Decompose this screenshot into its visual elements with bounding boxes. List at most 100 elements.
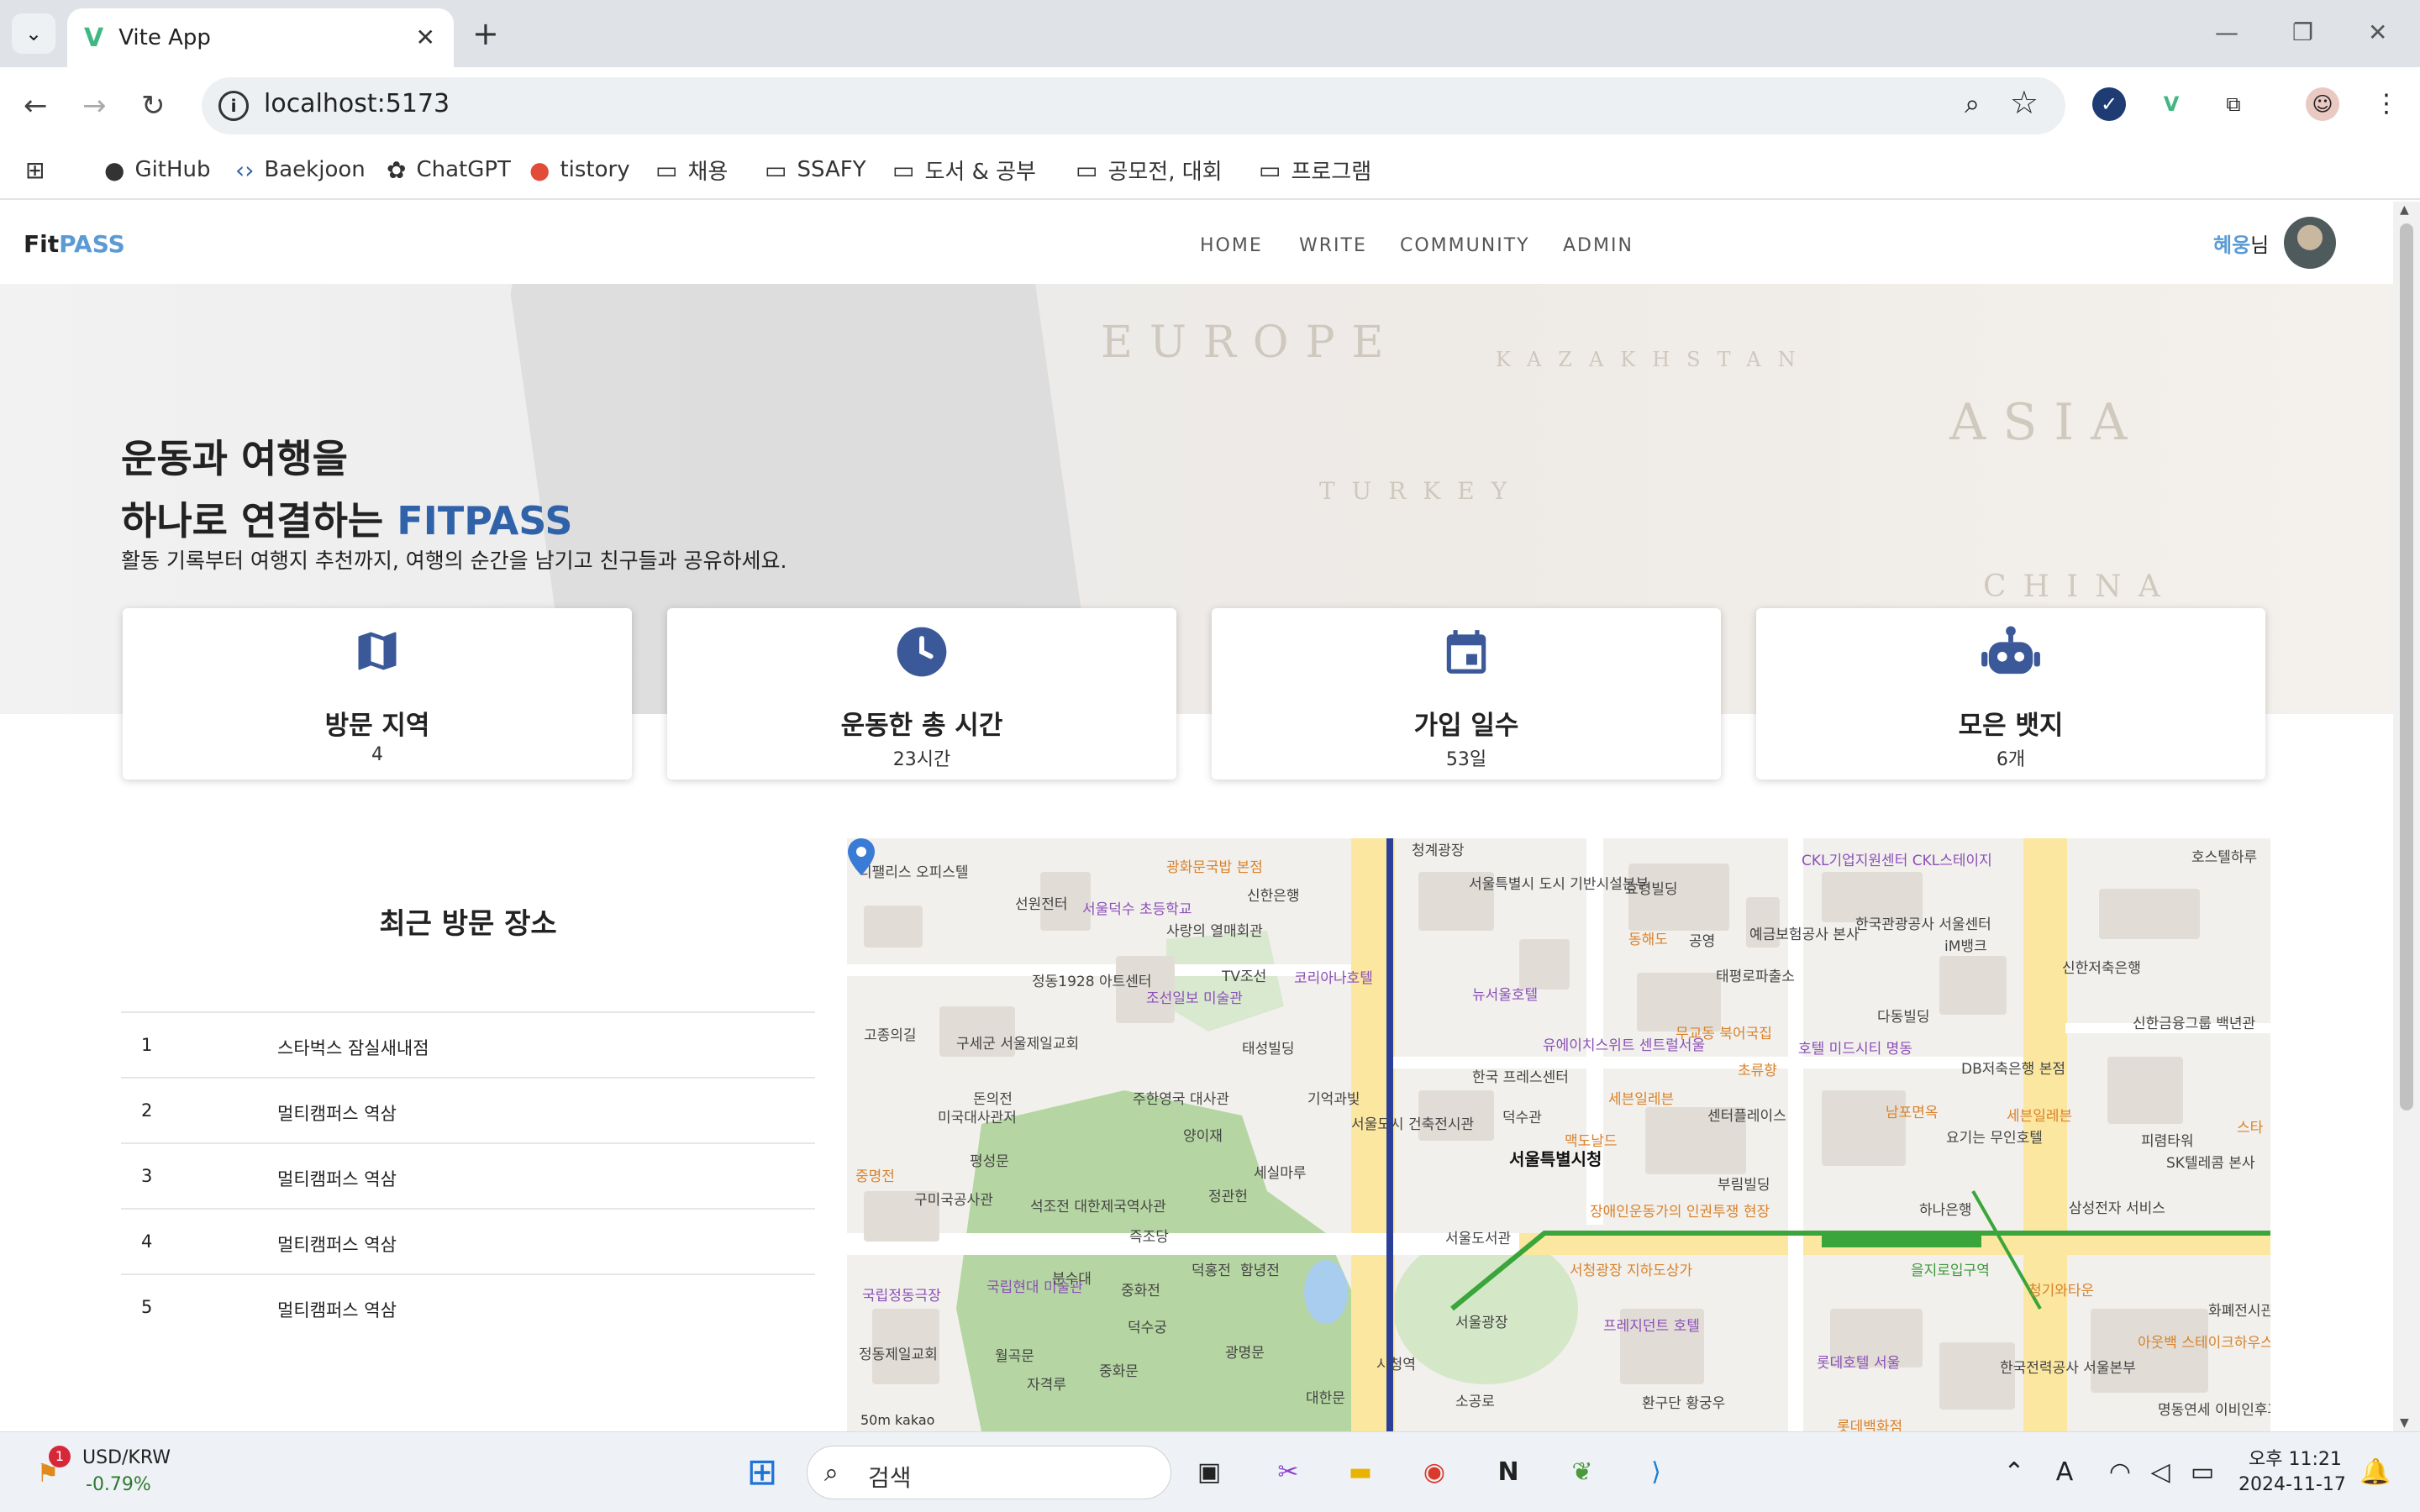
bookmark-folder-contests[interactable]: ▭ 공모전, 대회 [1076, 151, 1223, 188]
map-label[interactable]: DB저축은행 본점 [1961, 1057, 2065, 1078]
profile-avatar-icon[interactable]: ☺ [2306, 87, 2339, 121]
map-label[interactable]: CKL기업지원센터 CKL스테이지 [1802, 848, 1992, 869]
map-label[interactable]: 다동빌딩 [1877, 1005, 1930, 1026]
map-label[interactable]: 서청광장 지하도상가 [1570, 1258, 1692, 1279]
currency-pair[interactable]: USD/KRW [82, 1447, 171, 1468]
map-label[interactable]: 국립정동극장 [862, 1284, 941, 1305]
map-label[interactable]: 선원전터 [1015, 892, 1068, 913]
map-label[interactable]: 하나은행 [1919, 1198, 1972, 1219]
map-label[interactable]: 스타 [2237, 1116, 2263, 1137]
map-label[interactable]: 서울덕수 초등학교 [1082, 897, 1192, 918]
map-label[interactable]: 즉조당 [1129, 1225, 1169, 1246]
map-label[interactable]: 덕수궁 [1128, 1315, 1167, 1336]
bookmark-folder-jobs[interactable]: ▭ 채용 [655, 151, 728, 188]
map-label[interactable]: 신한저축은행 [2062, 956, 2141, 977]
map-label[interactable]: iM뱅크 [1944, 934, 1987, 955]
ime-icon[interactable]: A [2042, 1449, 2087, 1494]
new-tab-button[interactable]: + [472, 15, 499, 52]
clock-time[interactable]: 오후 11:21 [2249, 1444, 2342, 1471]
bookmark-tistory[interactable]: ● tistory [529, 151, 630, 188]
user-avatar[interactable] [2284, 217, 2336, 269]
map-label[interactable]: 공영 [1689, 929, 1715, 950]
map-label[interactable]: 대한문 [1306, 1386, 1345, 1407]
map-label[interactable]: 중명전 [855, 1164, 895, 1185]
map-label[interactable]: 예금보험공사 본사 [1749, 922, 1860, 943]
restore-icon[interactable]: ❐ [2292, 18, 2313, 46]
map-label[interactable]: 초류향 [1738, 1058, 1777, 1079]
extensions-puzzle-icon[interactable]: ⧉ [2217, 87, 2250, 121]
map-label[interactable]: 아웃백 스테이크하우스 [2138, 1331, 2270, 1352]
map-label[interactable]: 남포면옥 [1886, 1100, 1939, 1121]
map-label[interactable]: 동해도 [1628, 927, 1668, 948]
tray-chevron-icon[interactable]: ⌃ [1991, 1449, 2037, 1494]
map-label[interactable]: 세실마루 [1254, 1161, 1307, 1182]
map-label[interactable]: 한국전력공사 서울본부 [2000, 1356, 2136, 1377]
map-label[interactable]: 서울도서관 [1445, 1226, 1511, 1247]
tab-search-button[interactable]: ⌄ [12, 13, 55, 54]
map-label[interactable]: 프레지던트 호텔 [1603, 1314, 1700, 1335]
table-row[interactable]: 1 스타벅스 잠실새내점 [121, 1011, 815, 1077]
spring-tool-icon[interactable]: ❦ [1560, 1449, 1605, 1494]
map-label[interactable]: 함녕전 [1240, 1258, 1280, 1279]
taskbar-search[interactable]: ⌕ 검색 [807, 1446, 1171, 1499]
map-label[interactable]: 태평로파출소 [1716, 964, 1795, 985]
windows-start-icon[interactable]: ⊞ [739, 1449, 785, 1494]
table-row[interactable]: 3 멀티캠퍼스 역삼 [121, 1142, 815, 1208]
map-label[interactable]: 서울광장 [1455, 1310, 1508, 1331]
bookmark-github[interactable]: ● GitHub [104, 151, 211, 188]
table-row[interactable]: 5 멀티캠퍼스 역삼 [121, 1273, 815, 1339]
map-label[interactable]: 명동연세 이비인후과의원 [2158, 1398, 2270, 1419]
map-label[interactable]: 센터플레이스 [1707, 1104, 1786, 1125]
nav-write[interactable]: WRITE [1299, 235, 1367, 256]
map-label[interactable]: 광명문 [1225, 1341, 1265, 1362]
map-label[interactable]: 미국대사관저 [938, 1105, 1017, 1126]
extension-check-icon[interactable]: ✓ [2092, 87, 2126, 121]
map-label[interactable]: 시청역 [1376, 1352, 1416, 1373]
nav-admin[interactable]: ADMIN [1563, 235, 1634, 256]
map-label[interactable]: 세븐일레븐 [2007, 1104, 2072, 1125]
snipping-tool-icon[interactable]: ✂ [1265, 1449, 1311, 1494]
nav-community[interactable]: COMMUNITY [1400, 235, 1530, 256]
map-label[interactable]: 신한은행 [1247, 884, 1300, 905]
map-label[interactable]: 조선일보 미술관 [1146, 986, 1243, 1007]
bookmark-folder-ssafy[interactable]: ▭ SSAFY [765, 151, 866, 188]
scrollbar-thumb[interactable] [2400, 223, 2413, 1110]
clock-date[interactable]: 2024-11-17 [2238, 1474, 2346, 1495]
site-info-icon[interactable]: i [218, 91, 249, 121]
map-label[interactable]: 한국관광공사 서울센터 [1855, 912, 1991, 933]
map-label[interactable]: 구세군 서울제일교회 [956, 1032, 1079, 1053]
map-label[interactable]: 코리아나호텔 [1294, 966, 1373, 987]
bookmark-chatgpt[interactable]: ✿ ChatGPT [387, 151, 511, 188]
notion-icon[interactable]: N [1486, 1449, 1531, 1494]
map-label[interactable]: 서울특별시 도시 기반시설본부 [1469, 872, 1649, 893]
map-label[interactable]: 태성빌딩 [1242, 1037, 1295, 1058]
forward-icon[interactable]: → [82, 89, 107, 123]
nav-home[interactable]: HOME [1200, 235, 1263, 256]
map-label[interactable]: 덕홍전 [1192, 1258, 1231, 1279]
zoom-icon[interactable]: ⌕ [1965, 87, 1980, 120]
map-label[interactable]: 환구단 황궁우 [1642, 1391, 1725, 1412]
wifi-icon[interactable]: ◠ [2097, 1449, 2143, 1494]
map-label[interactable]: 소공로 [1455, 1389, 1495, 1410]
map-label[interactable]: 부림빌딩 [1718, 1173, 1770, 1194]
map-label[interactable]: 서울도시 건축전시관 [1351, 1112, 1474, 1133]
vue-devtools-icon[interactable]: V [2154, 87, 2188, 121]
map-label[interactable]: SK텔레콤 본사 [2166, 1151, 2255, 1172]
table-row[interactable]: 4 멀티캠퍼스 역삼 [121, 1208, 815, 1273]
vscode-icon[interactable]: ⟩ [1634, 1449, 1679, 1494]
apps-grid-icon[interactable]: ⊞ [25, 151, 55, 188]
map-label[interactable]: 중화전 [1121, 1278, 1160, 1299]
map-label[interactable]: 덕수관 [1502, 1105, 1542, 1126]
map-label[interactable]: 롯데백화점 [1837, 1415, 1902, 1431]
map-label[interactable]: 석조전 대한제국역사관 [1030, 1194, 1166, 1215]
map-label[interactable]: 정동1928 아트센터 [1032, 969, 1152, 990]
file-explorer-icon[interactable]: ▬ [1338, 1449, 1383, 1494]
browser-tab[interactable]: V Vite App ✕ [67, 8, 454, 67]
map-label[interactable]: 청기와타운 [2028, 1278, 2094, 1299]
map-label[interactable]: 롯데호텔 서울 [1817, 1351, 1900, 1372]
bookmark-folder-books[interactable]: ▭ 도서 & 공부 [892, 151, 1036, 188]
map-label[interactable]: 구미국공사관 [914, 1188, 993, 1209]
map-label[interactable]: 신한금융그룹 백년관 [2133, 1011, 2255, 1032]
volume-icon[interactable]: ◁ [2138, 1449, 2183, 1494]
map-center-label[interactable]: 서울특별시청 [1509, 1146, 1602, 1170]
